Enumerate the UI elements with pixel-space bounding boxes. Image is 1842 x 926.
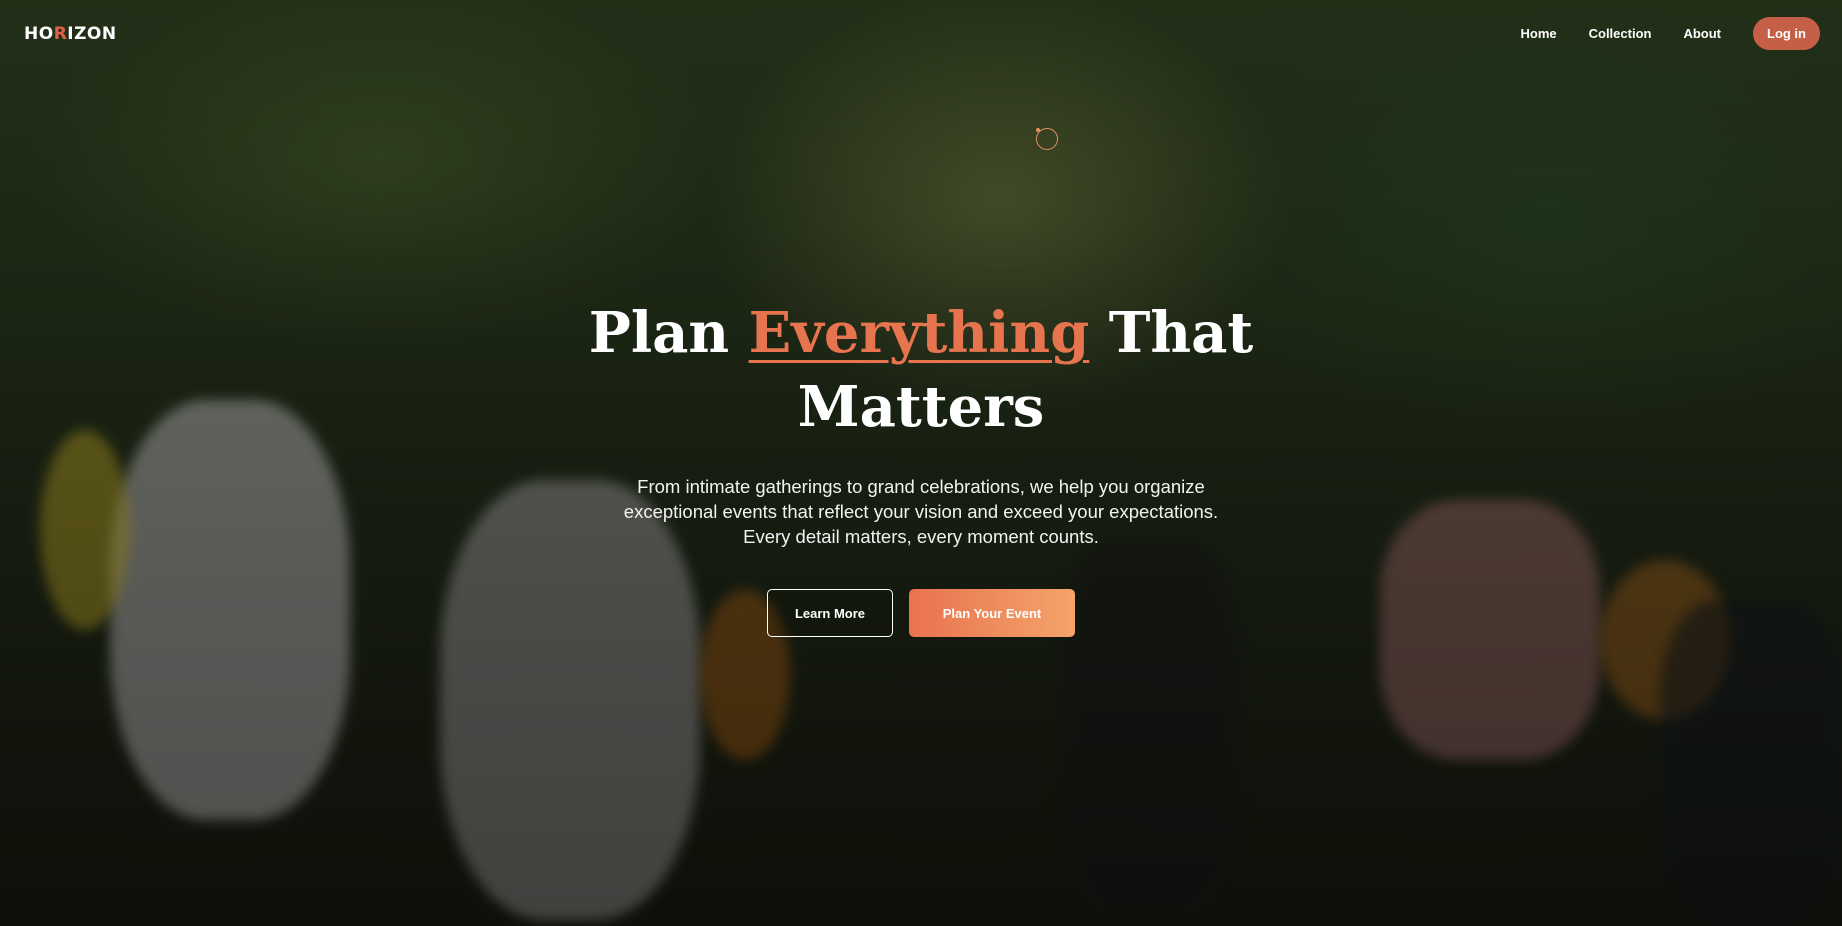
hero-subtitle: From intimate gatherings to grand celebr…	[623, 476, 1219, 547]
hero-cta-group: Learn More Plan Your Event	[0, 589, 1842, 637]
brand-logo-suffix: IZON	[67, 24, 117, 44]
brand-logo-accent-letter: R	[53, 24, 68, 44]
hero-title-before: Plan	[588, 300, 749, 366]
login-button[interactable]: Log in	[1753, 17, 1820, 50]
brand-logo[interactable]: HORIZON	[24, 24, 117, 44]
main-nav: Home Collection About Log in	[1488, 17, 1820, 50]
plan-your-event-button[interactable]: Plan Your Event	[909, 589, 1075, 637]
nav-link-collection[interactable]: Collection	[1589, 26, 1652, 41]
brand-logo-prefix: HO	[24, 24, 54, 44]
page: HORIZON Home Collection About Log in Pla…	[0, 0, 1842, 926]
learn-more-button[interactable]: Learn More	[767, 589, 893, 637]
hero-title-highlight: Everything	[748, 300, 1090, 366]
top-nav-bar: HORIZON Home Collection About Log in	[0, 0, 1842, 70]
hero-title-line2: Matters	[797, 374, 1045, 440]
hero-section: Plan Everything That Matters From intima…	[0, 296, 1842, 637]
nav-link-home[interactable]: Home	[1520, 26, 1556, 41]
cursor-dot-icon	[1036, 128, 1040, 132]
hero-title-after: That	[1089, 300, 1254, 366]
hero-title: Plan Everything That Matters	[0, 296, 1842, 444]
nav-link-about[interactable]: About	[1683, 26, 1721, 41]
